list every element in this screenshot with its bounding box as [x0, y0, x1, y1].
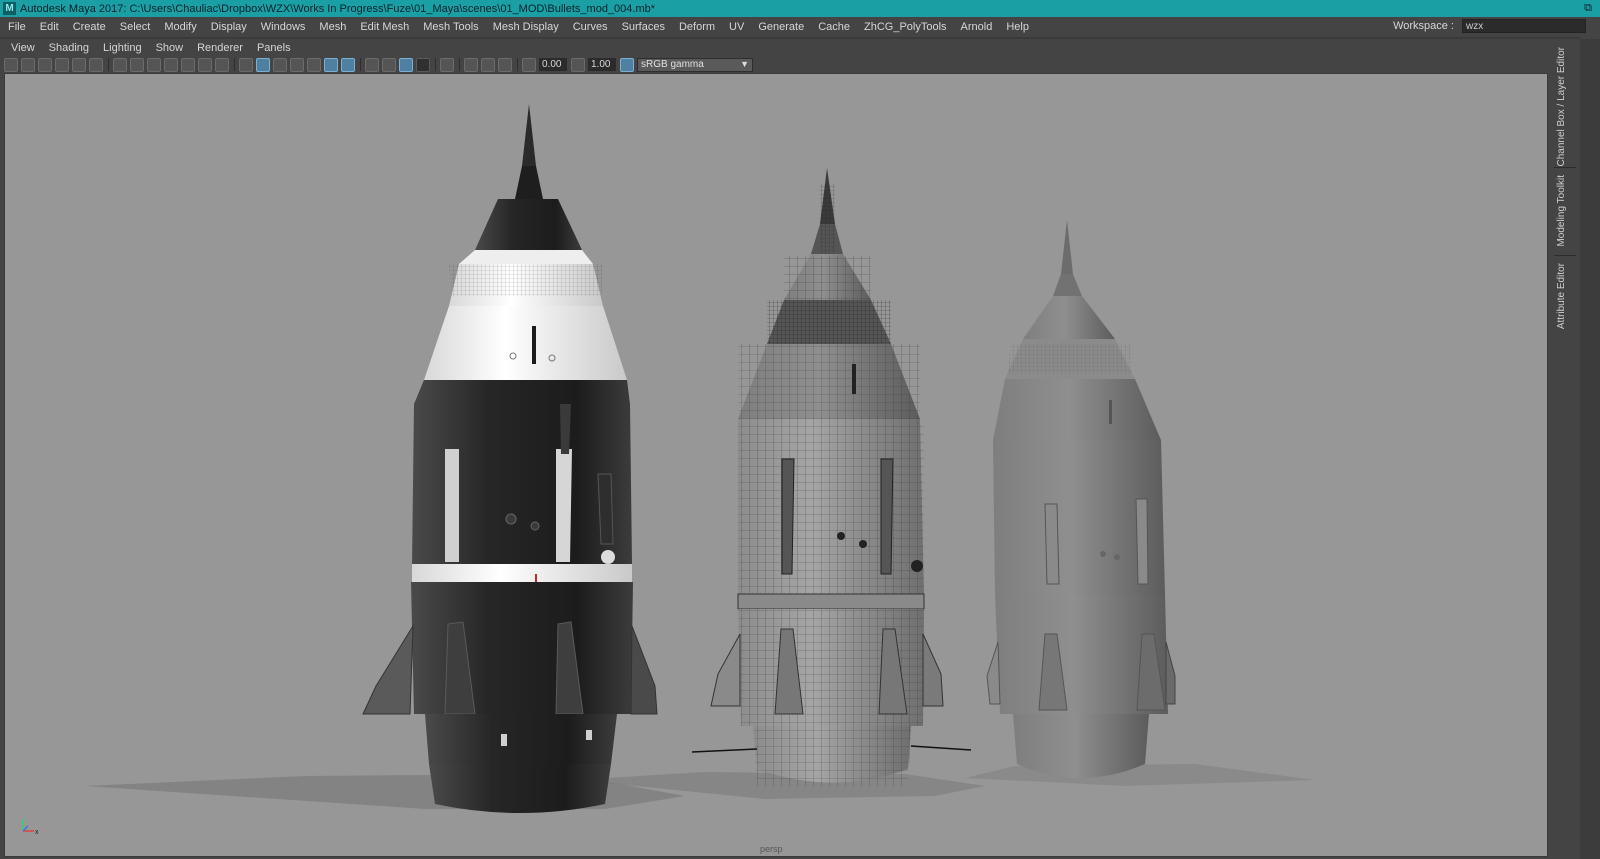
panel-menu-shading[interactable]: Shading [42, 42, 96, 54]
panel-menu-bar: View Shading Lighting Show Renderer Pane… [4, 40, 1580, 56]
wireframe-icon[interactable] [239, 57, 253, 72]
exposure-field[interactable]: 0.00 [539, 58, 567, 71]
toolbar-separator [435, 58, 436, 71]
toolbar-separator [234, 58, 235, 71]
image-plane-icon[interactable] [55, 57, 69, 72]
window-title: Autodesk Maya 2017: C:\Users\Chauliac\Dr… [20, 2, 656, 15]
smooth-shade-icon[interactable] [256, 57, 270, 72]
divider [1554, 255, 1576, 256]
menu-generate[interactable]: Generate [751, 21, 811, 33]
viewport-scene [85, 104, 1315, 813]
gamma-icon[interactable] [571, 57, 585, 72]
safe-title-icon[interactable] [215, 57, 229, 72]
tab-attribute-editor[interactable]: Attribute Editor [1556, 263, 1567, 329]
menu-mesh[interactable]: Mesh [312, 21, 353, 33]
safe-action-icon[interactable] [198, 57, 212, 72]
color-management-icon[interactable] [620, 57, 634, 72]
title-bar: M Autodesk Maya 2017: C:\Users\Chauliac\… [0, 0, 1600, 17]
depth-of-field-icon[interactable] [416, 57, 430, 72]
maya-app-icon: M [3, 2, 16, 15]
bookmarks-icon[interactable] [38, 57, 52, 72]
gamma-field[interactable]: 1.00 [588, 58, 616, 71]
axis-gizmo-icon: x [19, 816, 43, 839]
menu-file[interactable]: File [0, 21, 33, 33]
use-all-lights-icon[interactable] [324, 57, 338, 72]
textured-icon[interactable] [307, 57, 321, 72]
resolution-gate-icon[interactable] [147, 57, 161, 72]
divider [1554, 167, 1576, 168]
menu-edit-mesh[interactable]: Edit Mesh [353, 21, 416, 33]
xray-active-components-icon[interactable] [481, 57, 495, 72]
side-tab-bar: Channel Box / Layer Editor Modeling Tool… [1552, 39, 1578, 859]
motion-blur-icon[interactable] [382, 57, 396, 72]
grease-pencil-icon[interactable] [89, 57, 103, 72]
fuze-model-black-white[interactable] [362, 104, 658, 813]
panel-menu-panels[interactable]: Panels [250, 42, 298, 54]
multisample-aa-icon[interactable] [399, 57, 413, 72]
panel-toolbar: 0.00 1.00 sRGB gamma ▼ [4, 56, 1580, 73]
xray-joints-icon[interactable] [498, 57, 512, 72]
right-panel-edge [1580, 39, 1600, 859]
workspace-label: Workspace : [1393, 20, 1454, 32]
svg-text:x: x [35, 829, 39, 836]
view-transform-dropdown[interactable]: sRGB gamma ▼ [637, 57, 753, 72]
panel-menu-show[interactable]: Show [149, 42, 191, 54]
screen-space-ao-icon[interactable] [365, 57, 379, 72]
menu-select[interactable]: Select [113, 21, 158, 33]
menu-mesh-display[interactable]: Mesh Display [486, 21, 566, 33]
menu-cache[interactable]: Cache [811, 21, 857, 33]
field-chart-icon[interactable] [181, 57, 195, 72]
toolbar-separator [108, 58, 109, 71]
menu-help[interactable]: Help [999, 21, 1036, 33]
toolbar-separator [459, 58, 460, 71]
toolbar-separator [360, 58, 361, 71]
tab-channel-box-layer-editor[interactable]: Channel Box / Layer Editor [1556, 47, 1567, 167]
tab-modeling-toolkit[interactable]: Modeling Toolkit [1556, 175, 1567, 247]
workspace-selector: Workspace : wzx [1393, 19, 1586, 33]
workspace-dropdown[interactable]: wzx [1462, 19, 1586, 33]
isolate-select-icon[interactable] [440, 57, 454, 72]
perspective-viewport[interactable]: x persp [4, 73, 1548, 857]
chevron-down-icon: ▼ [740, 58, 749, 69]
menu-create[interactable]: Create [66, 21, 113, 33]
panel-menu-renderer[interactable]: Renderer [190, 42, 250, 54]
menu-windows[interactable]: Windows [254, 21, 313, 33]
menu-edit[interactable]: Edit [33, 21, 66, 33]
menu-curves[interactable]: Curves [566, 21, 615, 33]
select-camera-icon[interactable] [4, 57, 18, 72]
wireframe-on-shaded-icon[interactable] [290, 57, 304, 72]
panel-menu-lighting[interactable]: Lighting [96, 42, 149, 54]
panel-menu-view[interactable]: View [4, 42, 42, 54]
main-menu-bar: File Edit Create Select Modify Display W… [0, 17, 1600, 37]
camera-name-label: persp [760, 844, 783, 854]
menu-deform[interactable]: Deform [672, 21, 722, 33]
window-restore-icon[interactable]: ⧉ [1584, 2, 1592, 15]
fuze-model-grey[interactable] [986, 220, 1176, 778]
camera-attributes-icon[interactable] [21, 57, 35, 72]
fuze-model-wireframe[interactable] [691, 168, 972, 786]
exposure-icon[interactable] [522, 57, 536, 72]
gate-mask-icon[interactable] [164, 57, 178, 72]
menu-mesh-tools[interactable]: Mesh Tools [416, 21, 485, 33]
ground-shadows [85, 764, 1315, 809]
menu-modify[interactable]: Modify [157, 21, 203, 33]
menu-zhcg-polytools[interactable]: ZhCG_PolyTools [857, 21, 954, 33]
default-material-icon[interactable] [273, 57, 287, 72]
menu-surfaces[interactable]: Surfaces [615, 21, 672, 33]
toolbar-separator [517, 58, 518, 71]
film-gate-icon[interactable] [130, 57, 144, 72]
menu-uv[interactable]: UV [722, 21, 751, 33]
xray-icon[interactable] [464, 57, 478, 72]
menu-arnold[interactable]: Arnold [954, 21, 1000, 33]
shadows-icon[interactable] [341, 57, 355, 72]
2d-pan-zoom-icon[interactable] [72, 57, 86, 72]
view-transform-value: sRGB gamma [641, 59, 704, 70]
menu-display[interactable]: Display [204, 21, 254, 33]
divider [0, 37, 1580, 39]
grid-icon[interactable] [113, 57, 127, 72]
